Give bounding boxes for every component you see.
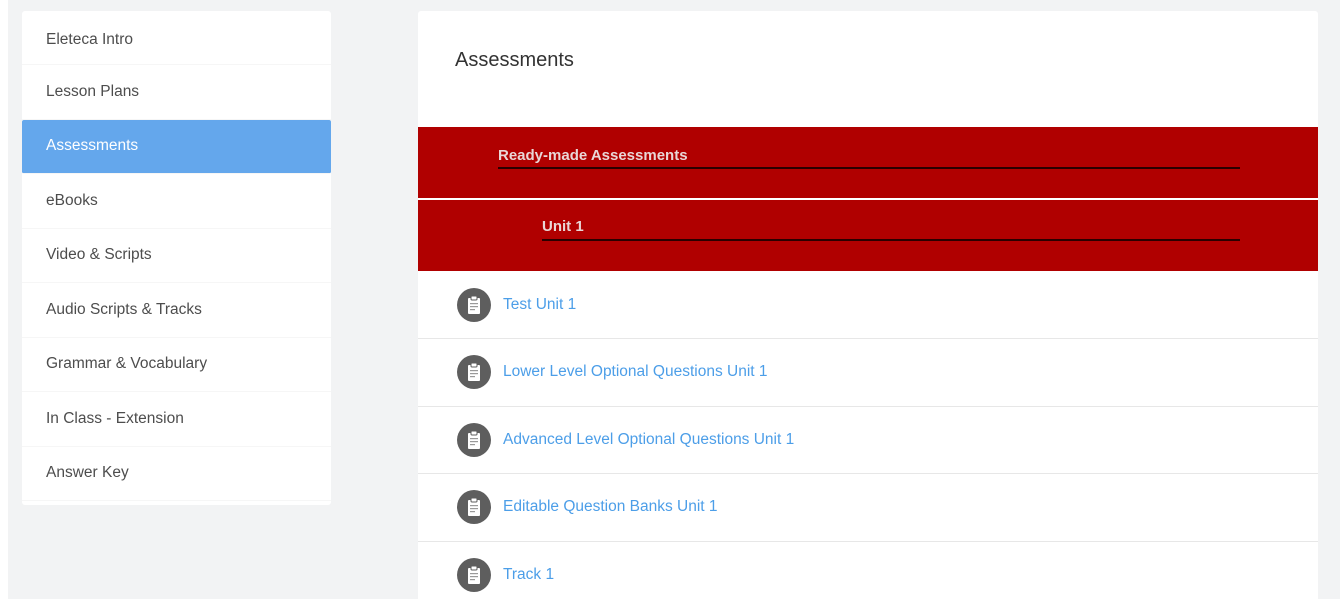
- sidebar: Eleteca Intro Lesson Plans Assessments e…: [22, 11, 331, 505]
- sidebar-item-label: Video & Scripts: [46, 246, 152, 264]
- resource-link-track-1[interactable]: Track 1: [503, 566, 554, 584]
- sidebar-item-audio-scripts-tracks[interactable]: Audio Scripts & Tracks: [22, 283, 331, 338]
- section-unit-1[interactable]: Unit 1: [418, 200, 1318, 271]
- resource-link-test-unit-1[interactable]: Test Unit 1: [503, 296, 576, 314]
- list-item: Test Unit 1: [418, 272, 1318, 339]
- sidebar-item-label: Audio Scripts & Tracks: [46, 300, 202, 318]
- sidebar-item-ebooks[interactable]: eBooks: [22, 174, 331, 229]
- section-underline: [498, 167, 1240, 169]
- document-icon: [457, 557, 491, 592]
- sidebar-item-eleteca-intro[interactable]: Eleteca Intro: [22, 11, 331, 65]
- list-item: Track 1: [418, 542, 1318, 599]
- sidebar-item-in-class-extension[interactable]: In Class - Extension: [22, 392, 331, 447]
- sidebar-item-label: Assessments: [46, 137, 139, 155]
- sidebar-item-grammar-vocabulary[interactable]: Grammar & Vocabulary: [22, 338, 331, 392]
- section-label: Ready-made Assessments: [498, 147, 688, 164]
- list-item: Editable Question Banks Unit 1: [418, 474, 1318, 542]
- resource-link-lower-level-questions[interactable]: Lower Level Optional Questions Unit 1: [503, 363, 768, 381]
- document-icon: [457, 288, 491, 322]
- sidebar-item-label: Lesson Plans: [46, 82, 140, 100]
- sidebar-item-label: eBooks: [46, 191, 98, 209]
- resource-link-editable-question-banks[interactable]: Editable Question Banks Unit 1: [503, 498, 718, 516]
- section-ready-made-assessments[interactable]: Ready-made Assessments: [418, 127, 1318, 198]
- document-icon: [457, 422, 491, 457]
- sidebar-item-label: Grammar & Vocabulary: [46, 355, 208, 373]
- list-item: Advanced Level Optional Questions Unit 1: [418, 407, 1318, 474]
- sidebar-item-answer-key[interactable]: Answer Key: [22, 447, 331, 501]
- document-icon: [457, 355, 491, 390]
- list-item: Lower Level Optional Questions Unit 1: [418, 339, 1318, 407]
- sidebar-item-video-scripts[interactable]: Video & Scripts: [22, 229, 331, 283]
- page-left-edge: [0, 0, 8, 599]
- resource-list: Test Unit 1 Lower Level Optional Questio…: [418, 272, 1318, 599]
- sidebar-item-label: Answer Key: [46, 464, 129, 482]
- sidebar-item-label: Eleteca Intro: [46, 31, 134, 48]
- main-panel: Assessments Ready-made Assessments Unit …: [418, 11, 1318, 599]
- sidebar-item-lesson-plans[interactable]: Lesson Plans: [22, 65, 331, 120]
- sidebar-item-label: In Class - Extension: [46, 409, 184, 427]
- sidebar-item-assessments[interactable]: Assessments: [22, 119, 331, 174]
- page-title: Assessments: [455, 49, 574, 71]
- section-label: Unit 1: [542, 218, 584, 235]
- resource-link-advanced-level-questions[interactable]: Advanced Level Optional Questions Unit 1: [503, 431, 794, 449]
- section-underline: [542, 239, 1240, 241]
- document-icon: [457, 490, 491, 525]
